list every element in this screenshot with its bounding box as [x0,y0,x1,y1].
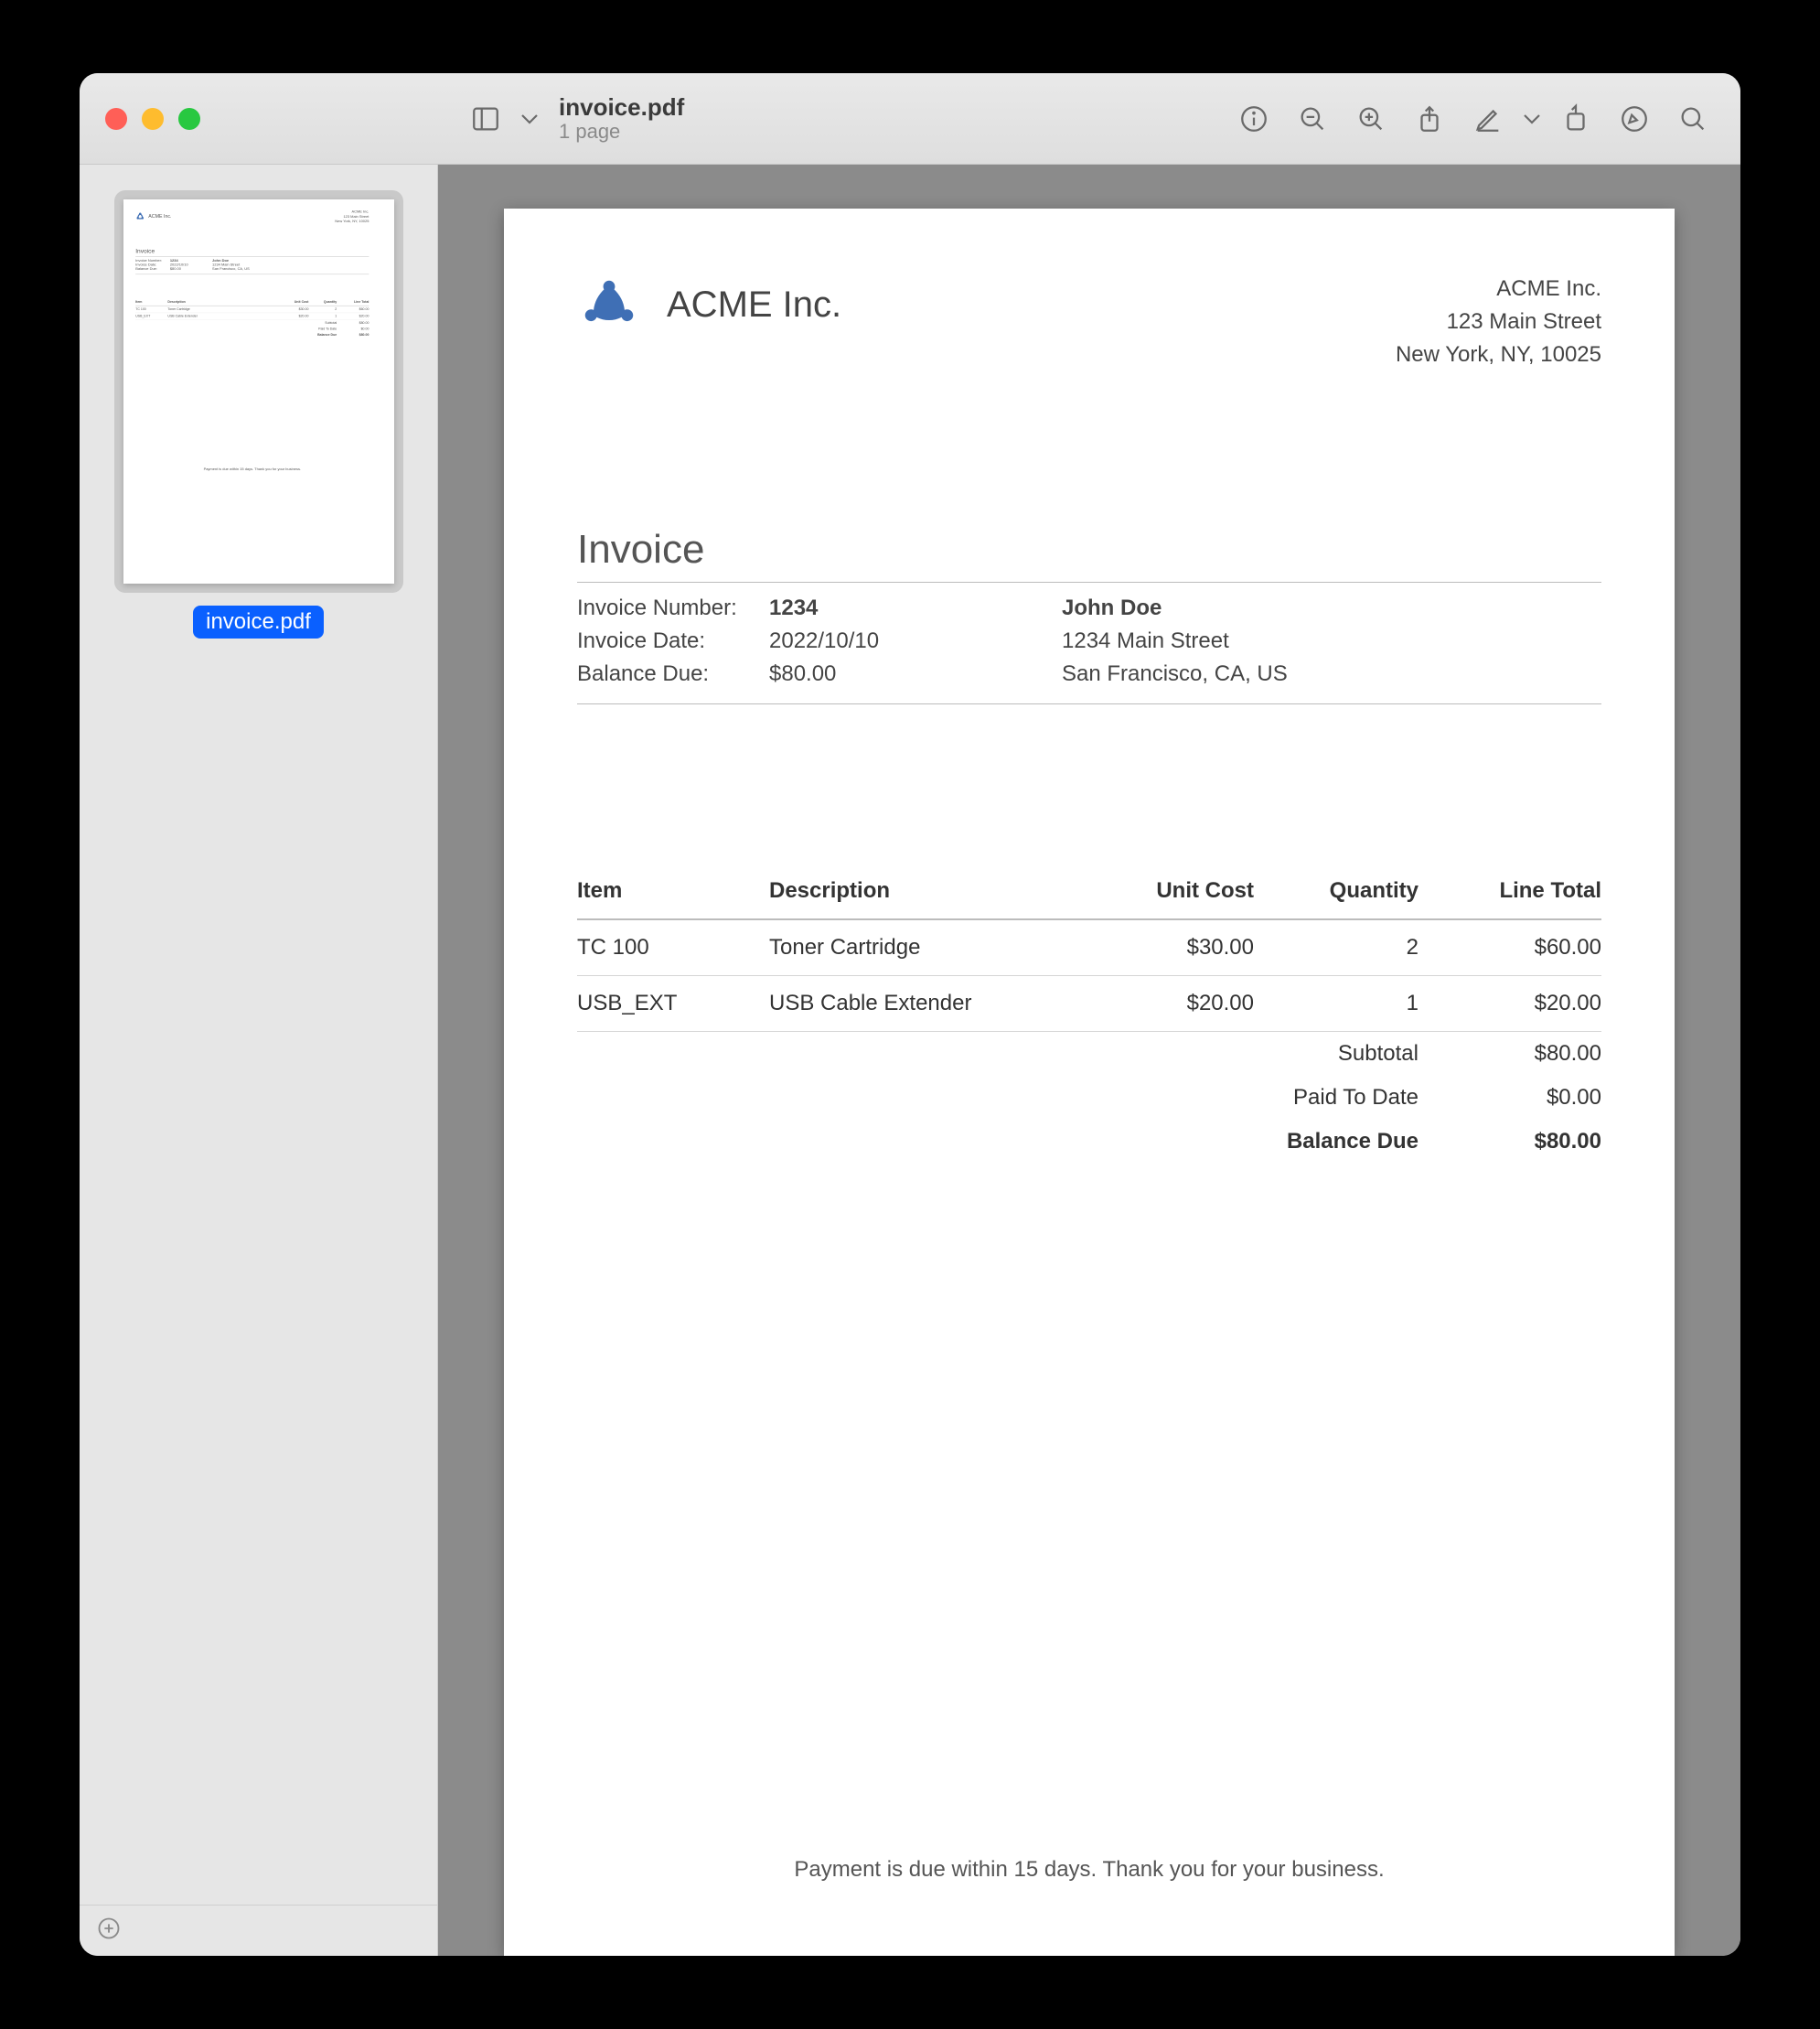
col-desc: Description [769,878,1089,904]
col-item: Item [577,878,769,904]
zoom-in-icon [1355,103,1386,134]
invoice-heading: Invoice [577,527,1601,573]
search-button[interactable] [1664,90,1722,148]
meta-label: Invoice Number: [577,596,769,621]
summary-block: Subtotal $80.00 Paid To Date $0.00 Balan… [577,1032,1601,1164]
cell-cost: $20.00 [1089,991,1254,1016]
cell-item: USB_EXT [577,991,769,1016]
page-count-label: 1 page [559,121,684,143]
toolbar: invoice.pdf 1 page [438,90,1740,148]
content-area: ACME Inc. ACME Inc.123 Main StreetNew Yo… [80,165,1740,1956]
table-row: USB_EXT USB Cable Extender $20.00 1 $20.… [577,976,1601,1032]
zoom-in-button[interactable] [1342,90,1400,148]
share-icon [1414,103,1445,134]
sidebar-footer [80,1905,437,1956]
line-items-table: Item Description Unit Cost Quantity Line… [577,864,1601,1164]
bill-to-name: John Doe [1062,596,1601,621]
meta-label: Balance Due: [577,661,769,687]
minimize-window-button[interactable] [142,108,164,130]
highlighter-icon [1619,103,1650,134]
zoom-out-button[interactable] [1283,90,1342,148]
filename-label: invoice.pdf [559,94,684,121]
cell-cost: $30.00 [1089,935,1254,961]
chevron-down-icon [1517,103,1547,134]
plus-circle-icon [96,1916,122,1941]
info-button[interactable] [1225,90,1283,148]
markup-button[interactable] [1459,90,1517,148]
zoom-out-icon [1297,103,1328,134]
sidebar-toggle-button[interactable] [456,90,515,148]
close-window-button[interactable] [105,108,127,130]
bill-to-addr: San Francisco, CA, US [1062,661,1601,687]
titlebar: invoice.pdf 1 page [80,73,1740,165]
invoice-number: 1234 [769,596,1062,621]
document-viewport[interactable]: ACME Inc. ACME Inc. 123 Main Street New … [438,165,1740,1956]
info-icon [1238,103,1269,134]
pdf-page: ACME Inc. ACME Inc. 123 Main Street New … [504,209,1675,1956]
paid-value: $0.00 [1419,1085,1601,1111]
company-addr-line: ACME Inc. [1396,273,1601,306]
search-icon [1677,103,1708,134]
invoice-meta: Invoice Number: Invoice Date: Balance Du… [577,596,1601,687]
col-total: Line Total [1419,878,1601,904]
zoom-window-button[interactable] [178,108,200,130]
bill-to-addr: 1234 Main Street [1062,628,1601,654]
rotate-icon [1560,103,1591,134]
table-header-row: Item Description Unit Cost Quantity Line… [577,864,1601,920]
footer-note: Payment is due within 15 days. Thank you… [577,1848,1601,1901]
chevron-down-icon [515,103,544,134]
company-name: ACME Inc. [667,284,841,326]
col-cost: Unit Cost [1089,878,1254,904]
cell-desc: Toner Cartridge [769,935,1089,961]
cell-desc: USB Cable Extender [769,991,1089,1016]
subtotal-label: Subtotal [577,1041,1419,1067]
balance-due-value: $80.00 [1419,1129,1601,1154]
markup-menu-button[interactable] [1517,90,1547,148]
cell-total: $60.00 [1419,935,1601,961]
pencil-icon [1472,103,1504,134]
rotate-button[interactable] [1547,90,1605,148]
divider [577,703,1601,704]
paid-label: Paid To Date [577,1085,1419,1111]
meta-label: Invoice Date: [577,628,769,654]
thumbnail-label: invoice.pdf [193,606,324,639]
company-logo-icon [577,273,641,337]
company-address: ACME Inc. 123 Main Street New York, NY, … [1396,273,1601,371]
cell-item: TC 100 [577,935,769,961]
sidebar-icon [470,103,501,134]
cell-qty: 2 [1254,935,1419,961]
company-brand: ACME Inc. [577,273,841,337]
window-controls [80,108,438,130]
col-qty: Quantity [1254,878,1419,904]
cell-qty: 1 [1254,991,1419,1016]
preview-window: invoice.pdf 1 page [80,73,1740,1956]
share-button[interactable] [1400,90,1459,148]
divider [577,582,1601,583]
subtotal-value: $80.00 [1419,1041,1601,1067]
thumbnail-preview: ACME Inc. ACME Inc.123 Main StreetNew Yo… [123,199,394,584]
company-addr-line: New York, NY, 10025 [1396,338,1601,371]
balance-due-label: Balance Due [577,1129,1419,1154]
thumbnails-sidebar: ACME Inc. ACME Inc.123 Main StreetNew Yo… [80,165,438,1956]
table-row: TC 100 Toner Cartridge $30.00 2 $60.00 [577,920,1601,976]
page-thumbnail-1[interactable]: ACME Inc. ACME Inc.123 Main StreetNew Yo… [114,190,403,593]
sidebar-menu-button[interactable] [515,90,544,148]
invoice-balance: $80.00 [769,661,1062,687]
company-addr-line: 123 Main Street [1396,306,1601,338]
add-page-button[interactable] [96,1916,122,1946]
cell-total: $20.00 [1419,991,1601,1016]
document-title: invoice.pdf 1 page [559,94,684,143]
invoice-date: 2022/10/10 [769,628,1062,654]
highlight-button[interactable] [1605,90,1664,148]
